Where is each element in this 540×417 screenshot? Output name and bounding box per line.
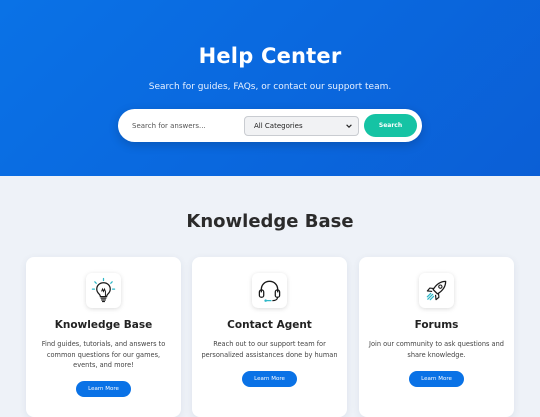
card-icon-box — [86, 273, 121, 308]
rocket-icon — [426, 280, 447, 301]
card-title: Knowledge Base — [54, 319, 153, 331]
card-title: Forums — [414, 319, 459, 331]
search-button[interactable]: Search — [364, 114, 417, 137]
learn-more-button[interactable]: Learn More — [409, 371, 464, 387]
hero-subtitle: Search for guides, FAQs, or contact our … — [148, 82, 392, 92]
card-title: Contact Agent — [227, 319, 312, 331]
card-icon-box — [419, 273, 454, 308]
category-select[interactable]: All Categories — [244, 116, 359, 136]
learn-more-button[interactable]: Learn More — [242, 371, 297, 387]
card-description: Find guides, tutorials, and answers to c… — [41, 340, 166, 369]
card-description: Join our community to ask questions and … — [369, 340, 504, 359]
card-forums: Forums Join our community to ask questio… — [359, 257, 514, 417]
section-title: Knowledge Base — [186, 211, 354, 232]
learn-more-button[interactable]: Learn More — [76, 381, 131, 397]
page-title: Help Center — [198, 44, 342, 68]
card-icon-box — [252, 273, 287, 308]
card-contact-agent: Contact Agent Reach out to our support t… — [192, 257, 347, 417]
chevron-down-icon — [346, 124, 352, 128]
search-input[interactable] — [126, 115, 258, 136]
card-description: Reach out to our support team for person… — [201, 340, 338, 359]
category-select-value: All Categories — [254, 122, 303, 130]
lightbulb-icon — [91, 277, 116, 303]
headset-icon — [258, 280, 281, 302]
card-knowledge-base: Knowledge Base Find guides, tutorials, a… — [26, 257, 181, 417]
